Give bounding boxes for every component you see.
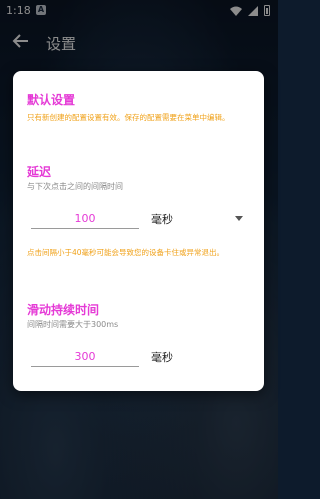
swipe-duration-input[interactable]	[31, 346, 139, 367]
delay-warning: 点击间隔小于40毫秒可能会导致您的设备卡住或异常退出。	[27, 248, 225, 257]
delay-input[interactable]	[31, 208, 139, 229]
swipe-duration-unit: 毫秒	[151, 351, 173, 364]
delay-unit-select[interactable]: 毫秒	[151, 211, 173, 227]
swipe-duration-subtitle: 间隔时间需要大于300ms	[27, 320, 119, 329]
swipe-duration-title: 滑动持续时间	[27, 303, 100, 317]
dropdown-arrow-icon[interactable]	[235, 216, 243, 221]
settings-dialog: 默认设置 只有新创建的配置设置有效。保存的配置需要在菜单中编辑。 延迟 与下次点…	[13, 71, 264, 391]
delay-title: 延迟	[27, 165, 52, 179]
default-settings-title: 默认设置	[27, 93, 76, 107]
default-settings-note: 只有新创建的配置设置有效。保存的配置需要在菜单中编辑。	[27, 113, 230, 122]
delay-subtitle: 与下次点击之间的间隔时间	[27, 182, 123, 191]
